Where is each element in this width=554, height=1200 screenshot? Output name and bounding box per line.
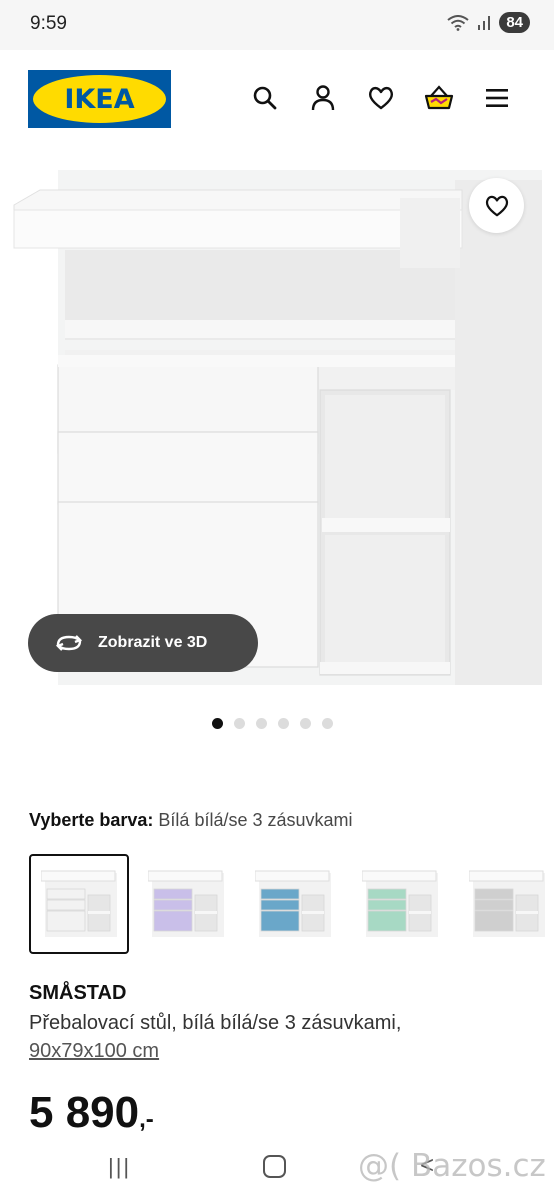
battery-badge: 84	[499, 12, 530, 33]
carousel-dot[interactable]	[300, 718, 311, 729]
color-option[interactable]	[457, 854, 554, 954]
cart-icon[interactable]	[423, 82, 455, 114]
wifi-icon	[447, 14, 469, 31]
view-in-3d-label: Zobrazit ve 3D	[98, 634, 208, 651]
color-option[interactable]	[29, 854, 129, 954]
color-selector-label: Vyberte barva: Bílá bílá/se 3 zásuvkami	[29, 810, 353, 831]
color-option-image	[148, 870, 224, 937]
product-size-link[interactable]: 90x79x100 cm	[29, 1040, 159, 1063]
image-carousel-dots	[212, 718, 333, 729]
color-option-image	[362, 870, 438, 937]
home-button[interactable]	[263, 1155, 286, 1178]
menu-icon[interactable]	[481, 82, 513, 114]
logo-text: IKEA	[64, 83, 135, 115]
site-header: IKEA	[0, 50, 554, 150]
color-option[interactable]	[350, 854, 450, 954]
color-options	[29, 854, 554, 954]
status-icons: 84	[447, 12, 530, 33]
status-time: 9:59	[30, 13, 67, 34]
color-option[interactable]	[136, 854, 236, 954]
user-icon[interactable]	[307, 82, 339, 114]
price-suffix: ,-	[139, 1106, 154, 1133]
product-name: SMÅSTAD	[29, 982, 127, 1004]
logo-oval: IKEA	[33, 75, 166, 123]
signal-icon	[478, 15, 491, 30]
status-bar: 9:59 84	[0, 0, 554, 50]
color-label: Vyberte barva:	[29, 810, 154, 830]
add-to-favorites-button[interactable]	[469, 178, 524, 233]
carousel-dot[interactable]	[256, 718, 267, 729]
system-navbar: ||| < @( Bazos.cz	[0, 1140, 554, 1200]
heart-icon[interactable]	[365, 82, 397, 114]
carousel-dot[interactable]	[322, 718, 333, 729]
carousel-dot[interactable]	[212, 718, 223, 729]
search-icon[interactable]	[249, 82, 281, 114]
carousel-dot[interactable]	[278, 718, 289, 729]
price-value: 5 890	[29, 1088, 140, 1137]
rotate-3d-icon	[55, 635, 83, 651]
product-price: 5 890,-	[29, 1088, 154, 1138]
color-option[interactable]	[243, 854, 343, 954]
color-option-image	[41, 870, 117, 937]
view-in-3d-button[interactable]: Zobrazit ve 3D	[28, 614, 258, 672]
heart-icon	[485, 195, 508, 216]
ikea-logo[interactable]: IKEA	[28, 70, 171, 128]
color-value: Bílá bílá/se 3 zásuvkami	[158, 810, 353, 830]
color-option-image	[255, 870, 331, 937]
watermark: @( Bazos.cz	[358, 1148, 546, 1184]
carousel-dot[interactable]	[234, 718, 245, 729]
product-description: Přebalovací stůl, bílá bílá/se 3 zásuvka…	[29, 1012, 402, 1034]
color-option-image	[469, 870, 545, 937]
recent-apps-button[interactable]: |||	[108, 1154, 131, 1180]
